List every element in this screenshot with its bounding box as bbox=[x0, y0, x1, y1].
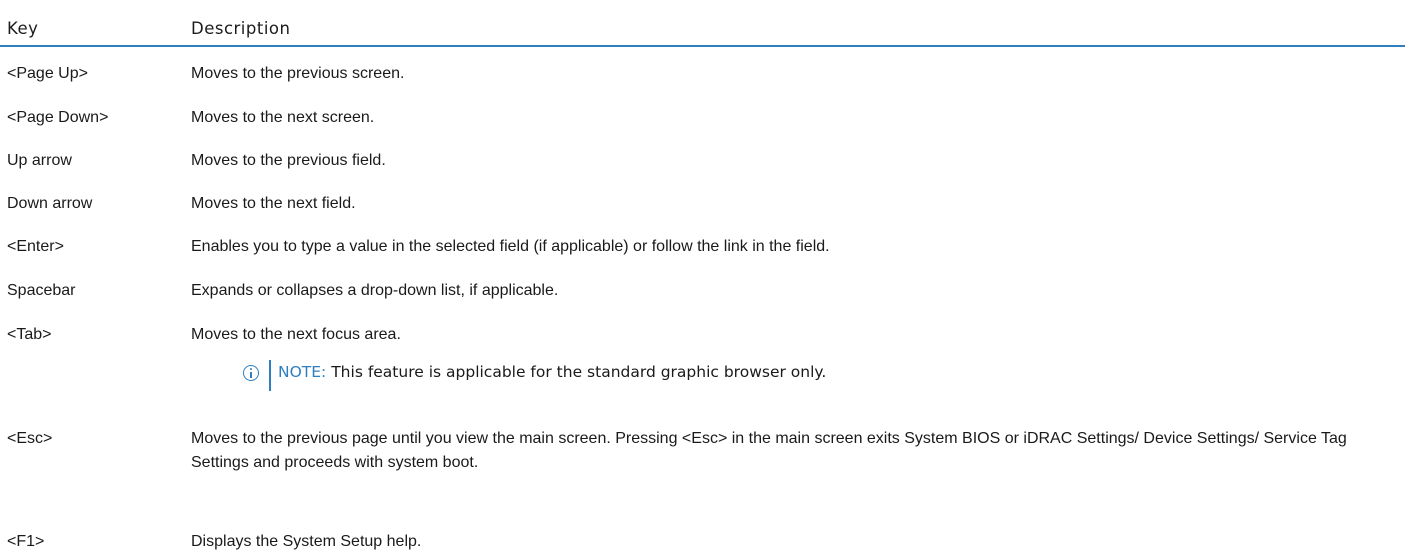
key-cell: Spacebar bbox=[7, 282, 76, 299]
description-cell: Moves to the previous page until you vie… bbox=[191, 430, 1347, 471]
description-cell: Displays the System Setup help. bbox=[191, 533, 422, 550]
key-cell: <Page Up> bbox=[7, 65, 88, 82]
note-body: This feature is applicable for the stand… bbox=[331, 363, 827, 381]
note-box: NOTE: This feature is applicable for the… bbox=[243, 360, 1343, 394]
description-cell: Moves to the next field. bbox=[191, 195, 356, 212]
description-cell: Enables you to type a value in the selec… bbox=[191, 238, 830, 255]
header-divider bbox=[0, 45, 1405, 47]
note-divider bbox=[269, 360, 271, 391]
key-cell: <Page Down> bbox=[7, 109, 109, 126]
description-cell: Moves to the previous screen. bbox=[191, 65, 405, 82]
note-label: NOTE: bbox=[278, 363, 327, 381]
column-header-description: Description bbox=[191, 19, 291, 38]
key-cell: <F1> bbox=[7, 533, 45, 550]
key-cell: <Tab> bbox=[7, 326, 52, 343]
key-cell: Up arrow bbox=[7, 152, 72, 169]
column-header-key: Key bbox=[7, 19, 39, 38]
description-cell: Moves to the next screen. bbox=[191, 109, 375, 126]
key-cell: <Enter> bbox=[7, 238, 64, 255]
table-header: Key Description bbox=[0, 0, 1405, 47]
description-cell: Moves to the next focus area. bbox=[191, 326, 401, 343]
key-cell: Down arrow bbox=[7, 195, 93, 212]
info-icon bbox=[243, 365, 259, 381]
description-cell: Expands or collapses a drop-down list, i… bbox=[191, 282, 559, 299]
key-cell: <Esc> bbox=[7, 430, 53, 447]
description-cell: Moves to the previous field. bbox=[191, 152, 386, 169]
note-text: NOTE: This feature is applicable for the… bbox=[278, 363, 826, 381]
